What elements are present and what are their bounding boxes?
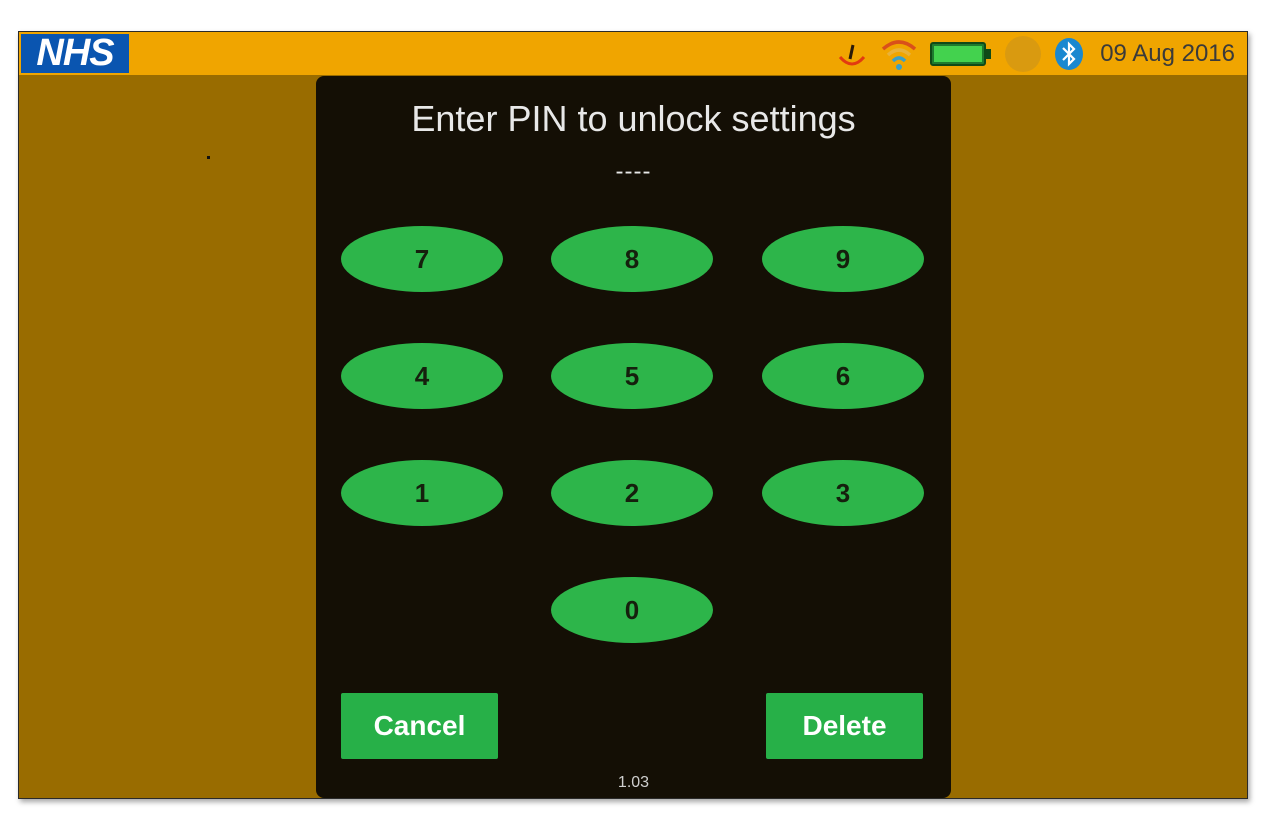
key-3[interactable]: 3 [762, 460, 924, 526]
device-screen: NHS 09 Aug 2016 Enter PIN to unlock sett… [18, 31, 1248, 799]
key-5[interactable]: 5 [551, 343, 713, 409]
key-9[interactable]: 9 [762, 226, 924, 292]
key-7[interactable]: 7 [341, 226, 503, 292]
wifi-icon [880, 36, 918, 72]
key-2[interactable]: 2 [551, 460, 713, 526]
status-circle-icon [1004, 35, 1042, 73]
cancel-button[interactable]: Cancel [341, 693, 498, 759]
key-8[interactable]: 8 [551, 226, 713, 292]
status-bar: NHS 09 Aug 2016 [19, 32, 1247, 75]
bluetooth-icon [1054, 37, 1084, 71]
pin-dialog: Enter PIN to unlock settings ---- 7 8 9 … [316, 76, 951, 798]
key-1[interactable]: 1 [341, 460, 503, 526]
scale-icon [836, 39, 868, 69]
background-dot [207, 156, 210, 159]
battery-icon [930, 40, 992, 68]
pin-display: ---- [615, 158, 652, 185]
key-0[interactable]: 0 [551, 577, 713, 643]
dialog-title: Enter PIN to unlock settings [411, 98, 856, 139]
nhs-logo: NHS [21, 32, 129, 74]
key-4[interactable]: 4 [341, 343, 503, 409]
status-icons: 09 Aug 2016 [836, 32, 1235, 75]
status-date: 09 Aug 2016 [1100, 39, 1235, 67]
delete-button[interactable]: Delete [766, 693, 923, 759]
key-6[interactable]: 6 [762, 343, 924, 409]
version-label: 1.03 [617, 774, 650, 791]
